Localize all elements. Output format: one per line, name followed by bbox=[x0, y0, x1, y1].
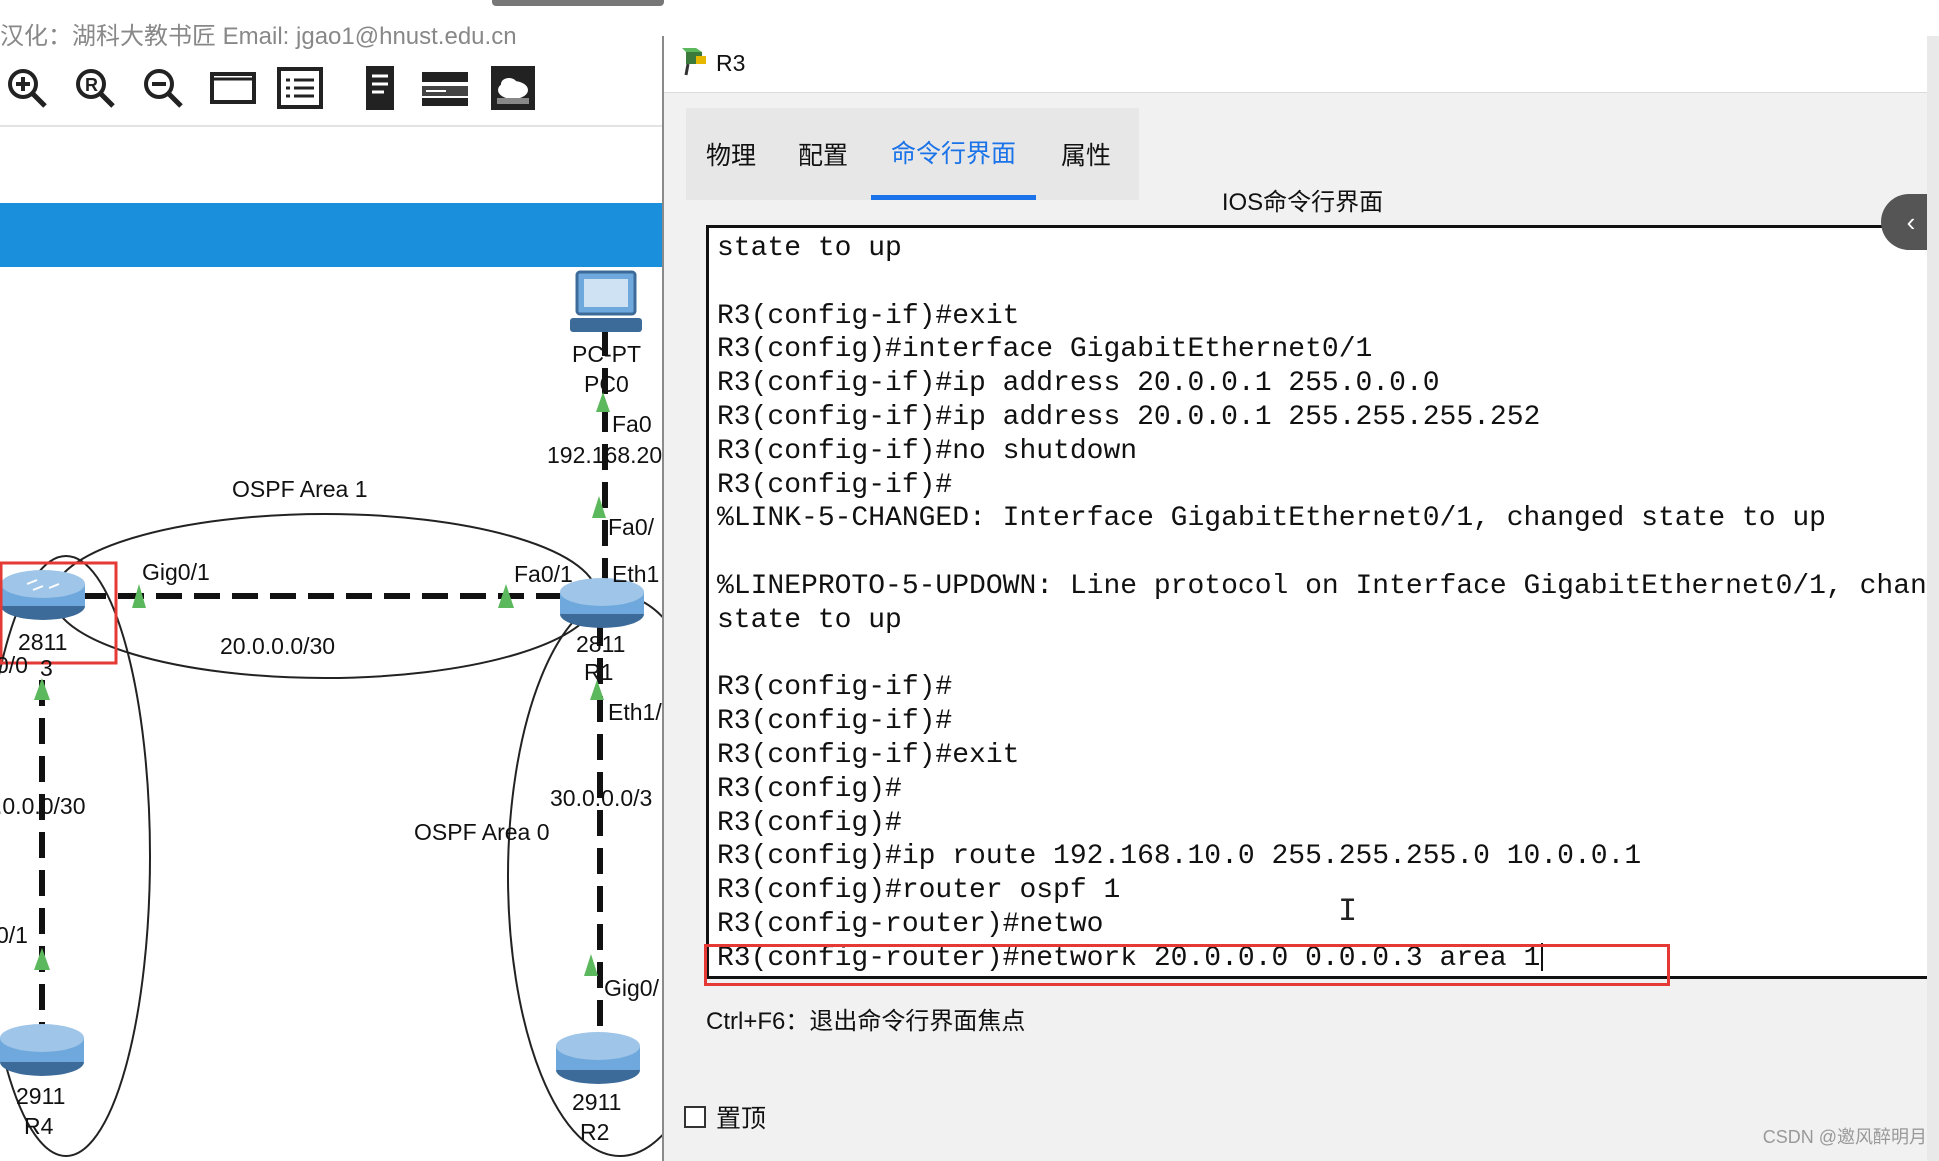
interface-label: Fa0 bbox=[612, 411, 652, 437]
cli-line: R3(config-if)#no shutdown bbox=[717, 435, 1138, 467]
cli-line: R3(config)#interface GigabitEthernet0/1 bbox=[717, 334, 1373, 366]
link-status-up bbox=[34, 948, 50, 970]
zoom-reset-icon: R bbox=[76, 69, 115, 108]
cli-line: R3(config)#router ospf 1 bbox=[717, 875, 1121, 907]
workspace-header-bar bbox=[0, 203, 665, 267]
cli-output: state to up R3(config-if)#exit R3(config)#… bbox=[717, 232, 1939, 976]
cluster-icon bbox=[491, 66, 535, 110]
zoom-reset-button[interactable]: R bbox=[70, 62, 120, 114]
router-icon[interactable] bbox=[1, 570, 85, 620]
interface-label: 0/0 bbox=[0, 652, 28, 678]
router-app-icon bbox=[682, 48, 706, 76]
cli-line: %LINK-5-CHANGED: Interface GigabitEthern… bbox=[717, 503, 1826, 535]
cli-current-input[interactable]: R3(config-router)#network 20.0.0.0 0.0.0… bbox=[717, 942, 1939, 976]
pin-checkbox[interactable] bbox=[684, 1106, 706, 1128]
network-device-button[interactable] bbox=[420, 62, 470, 114]
router-icon[interactable] bbox=[0, 1024, 84, 1076]
cli-line: R3(config-if)# bbox=[717, 672, 953, 704]
pin-on-top[interactable]: 置顶 bbox=[684, 1099, 766, 1135]
device-window: R3 物理 配置 命令行界面 属性 IOS命令行界面 state to up R3… bbox=[662, 36, 1939, 1161]
router-icon[interactable] bbox=[556, 1032, 640, 1084]
cli-line bbox=[717, 638, 1939, 672]
pc-name-label: PC0 bbox=[584, 371, 629, 397]
window-button[interactable] bbox=[208, 62, 258, 114]
cli-line: R3(config-if)#exit bbox=[717, 739, 1020, 771]
interface-label: Eth1 bbox=[612, 561, 659, 587]
router-name-label: R4 bbox=[24, 1113, 54, 1139]
router-name-label: R2 bbox=[580, 1119, 609, 1145]
router-model-label: 2811 bbox=[18, 629, 67, 655]
toolbar-divider bbox=[0, 125, 665, 127]
cli-line: %LINEPROTO-5-UPDOWN: Line protocol on In… bbox=[717, 570, 1939, 602]
workspace-pane: 汉化：湖科大教书匠 Email: jgao1@hnust.edu.cn R OS… bbox=[0, 0, 665, 1161]
cli-line: R3(config-router)#netwo bbox=[717, 908, 1104, 940]
area-label: OSPF Area 0 bbox=[414, 819, 550, 845]
pc-icon[interactable] bbox=[570, 270, 642, 332]
ibeam-cursor-icon: I bbox=[1338, 893, 1358, 930]
palette-list-button[interactable] bbox=[275, 62, 325, 114]
document-icon bbox=[366, 66, 394, 110]
workspace-toolbar: R bbox=[0, 62, 560, 122]
router-model-label: 2811 bbox=[576, 631, 625, 657]
router-name-label: 3 bbox=[40, 655, 53, 681]
subnet-label: 20.0.0.0/30 bbox=[220, 633, 335, 659]
subnet-label: .0.0.0/30 bbox=[0, 793, 86, 819]
document-button[interactable] bbox=[355, 62, 405, 114]
cli-line: R3(config)# bbox=[717, 807, 902, 839]
cli-line: R3(config-if)#ip address 20.0.0.1 255.0.… bbox=[717, 368, 1440, 400]
localization-credit: 汉化：湖科大教书匠 Email: jgao1@hnust.edu.cn bbox=[0, 23, 517, 50]
cli-line: R3(config-if)#ip address 20.0.0.1 255.25… bbox=[717, 401, 1541, 433]
interface-label: Fa0/1 bbox=[514, 561, 573, 587]
interface-label: 0/1 bbox=[0, 922, 28, 948]
cli-input-text: R3(config-router)#network 20.0.0.0 0.0.0… bbox=[717, 942, 1541, 974]
network-topology: OSPF Area 1 OSPF Area 0 PC-PT PC0 192.16… bbox=[0, 270, 665, 1157]
window-title: R3 bbox=[716, 50, 746, 76]
cli-line: state to up bbox=[717, 233, 902, 264]
cluster-button[interactable] bbox=[488, 62, 538, 114]
router-model-label: 2911 bbox=[572, 1089, 621, 1115]
cli-line: state to up bbox=[717, 604, 902, 636]
cli-line bbox=[717, 266, 1939, 300]
cli-line: R3(config-if)#exit bbox=[717, 300, 1020, 332]
window-scrollbar[interactable] bbox=[1927, 36, 1939, 1161]
zoom-out-button[interactable] bbox=[138, 62, 188, 114]
pin-label: 置顶 bbox=[716, 1105, 767, 1133]
router-name-label: R1 bbox=[584, 659, 613, 685]
cli-terminal[interactable]: state to up R3(config-if)#exit R3(config)#… bbox=[706, 225, 1939, 979]
cli-caption: IOS命令行界面 bbox=[1221, 189, 1384, 216]
router-model-label: 2911 bbox=[16, 1083, 65, 1109]
window-titlebar[interactable]: R3 bbox=[664, 36, 1939, 93]
palette-list-icon bbox=[277, 67, 323, 109]
interface-label: Eth1/ bbox=[608, 699, 662, 725]
link-status-up bbox=[584, 954, 598, 976]
cli-line: R3(config-if)# bbox=[717, 469, 953, 501]
zoom-in-icon bbox=[8, 69, 47, 108]
text-caret bbox=[1541, 943, 1544, 972]
network-device-icon bbox=[422, 72, 468, 106]
cli-line: R3(config)#ip route 192.168.10.0 255.255… bbox=[717, 841, 1642, 873]
link-status-up bbox=[34, 678, 50, 700]
cli-line: R3(config)# bbox=[717, 773, 902, 805]
focus-hint: Ctrl+F6：退出命令行界面焦点 bbox=[706, 1008, 1026, 1035]
pc-type-label: PC-PT bbox=[572, 341, 641, 367]
interface-label: Gig0/1 bbox=[142, 559, 210, 585]
window-edge bbox=[492, 0, 664, 6]
zoom-in-button[interactable] bbox=[2, 62, 52, 114]
interface-label: Fa0/ bbox=[608, 514, 655, 540]
subnet-label: 192.168.20 bbox=[547, 442, 662, 468]
subnet-label: 30.0.0.0/3 bbox=[550, 785, 652, 811]
area-label: OSPF Area 1 bbox=[232, 476, 368, 502]
zoom-out-icon bbox=[144, 69, 183, 108]
window-icon bbox=[210, 72, 256, 104]
watermark: CSDN @邀风醉明月 bbox=[1762, 1127, 1927, 1147]
chevron-left-icon: ‹ bbox=[1906, 206, 1916, 237]
svg-text:R: R bbox=[85, 75, 98, 95]
cli-line bbox=[717, 536, 1939, 570]
cli-line: R3(config-if)# bbox=[717, 706, 953, 738]
interface-label: Gig0/ bbox=[604, 975, 660, 1001]
